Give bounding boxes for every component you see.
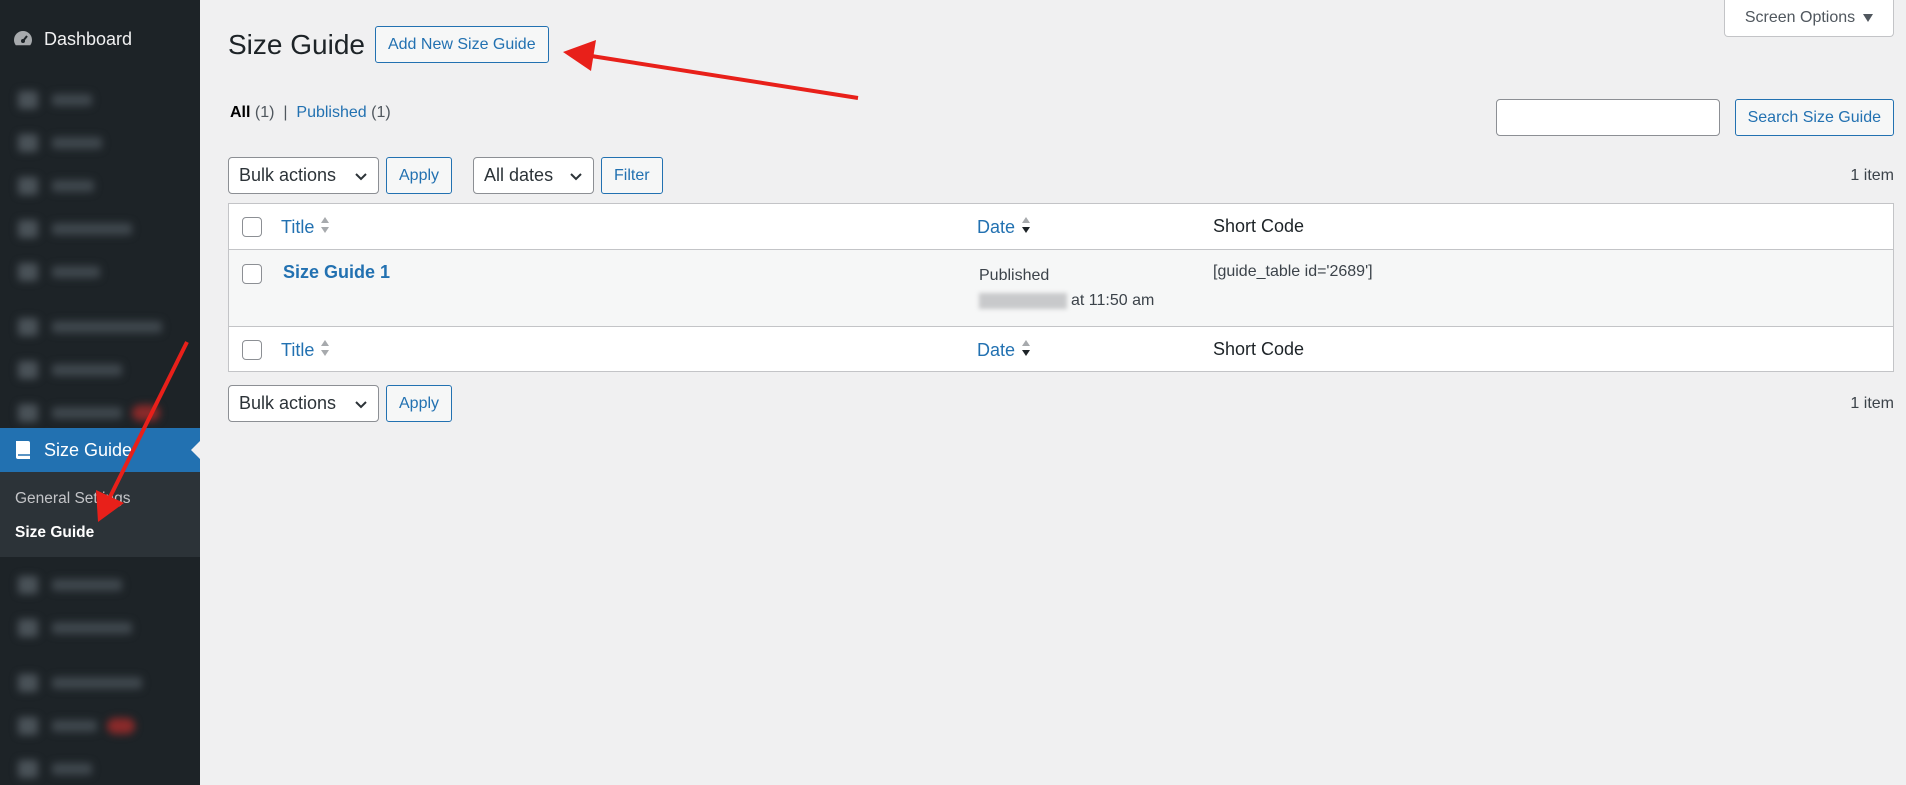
row-date: Published at 11:50 am: [979, 263, 1154, 313]
posts-table: Title Date Short Code Size Guide 1 Publi…: [228, 203, 1894, 372]
status-views: All (1) | Published (1): [230, 104, 391, 122]
main-content: Screen Options Size Guide Add New Size G…: [228, 0, 1894, 785]
date-filter-select[interactable]: All dates: [473, 157, 595, 194]
row-title-link[interactable]: Size Guide 1: [283, 262, 390, 283]
dashboard-icon: [12, 28, 34, 50]
tablenav-top: Bulk actions Apply All dates Filter 1 it…: [228, 157, 1894, 194]
blurred-menu-item[interactable]: [0, 305, 200, 348]
sort-icon: [320, 339, 330, 362]
blurred-menu-item[interactable]: [0, 250, 200, 293]
blurred-menu-item[interactable]: [0, 563, 200, 606]
apply-button-bottom[interactable]: Apply: [386, 385, 453, 422]
blurred-menu-group: [0, 78, 200, 434]
chevron-down-icon: [569, 168, 583, 189]
items-count-bottom: 1 item: [1850, 394, 1894, 412]
chevron-down-icon: [354, 396, 368, 417]
chevron-down-icon: [354, 168, 368, 189]
page-header: Size Guide Add New Size Guide: [228, 26, 549, 63]
bulk-actions-value: Bulk actions: [239, 393, 337, 413]
filter-button[interactable]: Filter: [601, 157, 663, 194]
column-title-label: Title: [281, 217, 315, 237]
items-count: 1 item: [1850, 166, 1894, 184]
blurred-menu-item[interactable]: [0, 747, 200, 785]
table-footer-row: Title Date Short Code: [229, 326, 1893, 371]
admin-sidebar: Dashboard Size Guide General Settings Si…: [0, 0, 200, 785]
column-title-label: Title: [281, 340, 315, 360]
blurred-menu-item[interactable]: [0, 78, 200, 121]
blurred-menu-item[interactable]: [0, 704, 200, 747]
screen-options-toggle[interactable]: Screen Options: [1724, 0, 1894, 37]
column-date-label: Date: [977, 217, 1016, 237]
column-title-sort[interactable]: Title: [281, 216, 330, 239]
book-icon: [12, 439, 34, 461]
table-row: Size Guide 1 Published at 11:50 am [guid…: [229, 250, 1893, 326]
screen-options-label: Screen Options: [1744, 9, 1856, 26]
view-published-link[interactable]: Published: [296, 104, 366, 121]
row-status: Published: [979, 267, 1050, 284]
view-all-label[interactable]: All: [230, 104, 250, 121]
blurred-menu-item[interactable]: [0, 606, 200, 649]
menu-size-guide[interactable]: Size Guide: [0, 428, 200, 472]
sort-icon: [320, 216, 330, 239]
table-header-row: Title Date Short Code: [229, 204, 1893, 250]
column-date-sort[interactable]: Date: [977, 216, 1031, 239]
row-time: at 11:50 am: [1071, 292, 1155, 309]
column-short-code-label: Short Code: [1213, 339, 1305, 359]
blurred-menu-item[interactable]: [0, 121, 200, 164]
view-separator: |: [283, 104, 288, 121]
submenu-general-settings[interactable]: General Settings: [0, 486, 200, 520]
add-new-size-guide-button[interactable]: Add New Size Guide: [374, 26, 549, 63]
apply-button[interactable]: Apply: [386, 157, 453, 194]
bulk-actions-select-bottom[interactable]: Bulk actions: [228, 385, 379, 422]
row-checkbox[interactable]: [242, 264, 262, 284]
blurred-menu-item[interactable]: [0, 661, 200, 704]
blurred-menu-item[interactable]: [0, 348, 200, 391]
menu-size-guide-label: Size Guide: [44, 439, 133, 460]
select-all-checkbox[interactable]: [242, 217, 262, 237]
column-date-label: Date: [977, 340, 1016, 360]
size-guide-submenu: General Settings Size Guide: [0, 472, 200, 557]
select-all-checkbox-footer[interactable]: [242, 340, 262, 360]
search-box: Search Size Guide: [1495, 99, 1894, 136]
column-date-sort-footer[interactable]: Date: [977, 339, 1031, 362]
blurred-menu-item[interactable]: [0, 164, 200, 207]
submenu-size-guide[interactable]: Size Guide: [0, 520, 200, 554]
row-short-code: [guide_table id='2689']: [1213, 263, 1373, 280]
search-button[interactable]: Search Size Guide: [1734, 99, 1894, 136]
sort-desc-icon: [1021, 216, 1031, 239]
sort-desc-icon: [1021, 339, 1031, 362]
blurred-menu-item[interactable]: [0, 207, 200, 250]
bulk-actions-value: Bulk actions: [239, 165, 337, 185]
menu-dashboard[interactable]: Dashboard: [0, 0, 200, 78]
page-title: Size Guide: [228, 28, 365, 60]
column-title-sort-footer[interactable]: Title: [281, 339, 330, 362]
view-all-count: (1): [254, 104, 275, 121]
date-filter-value: All dates: [484, 165, 554, 185]
tablenav-bottom: Bulk actions Apply 1 item: [228, 385, 1894, 422]
blurred-date-value: [979, 292, 1067, 309]
view-published-count: (1): [371, 104, 391, 121]
search-input[interactable]: [1495, 99, 1720, 136]
bulk-actions-select[interactable]: Bulk actions: [228, 157, 379, 194]
blurred-menu-group-lower: [0, 563, 200, 785]
column-short-code-label: Short Code: [1213, 216, 1305, 236]
caret-down-icon: [1863, 9, 1874, 27]
menu-dashboard-label: Dashboard: [44, 28, 133, 49]
